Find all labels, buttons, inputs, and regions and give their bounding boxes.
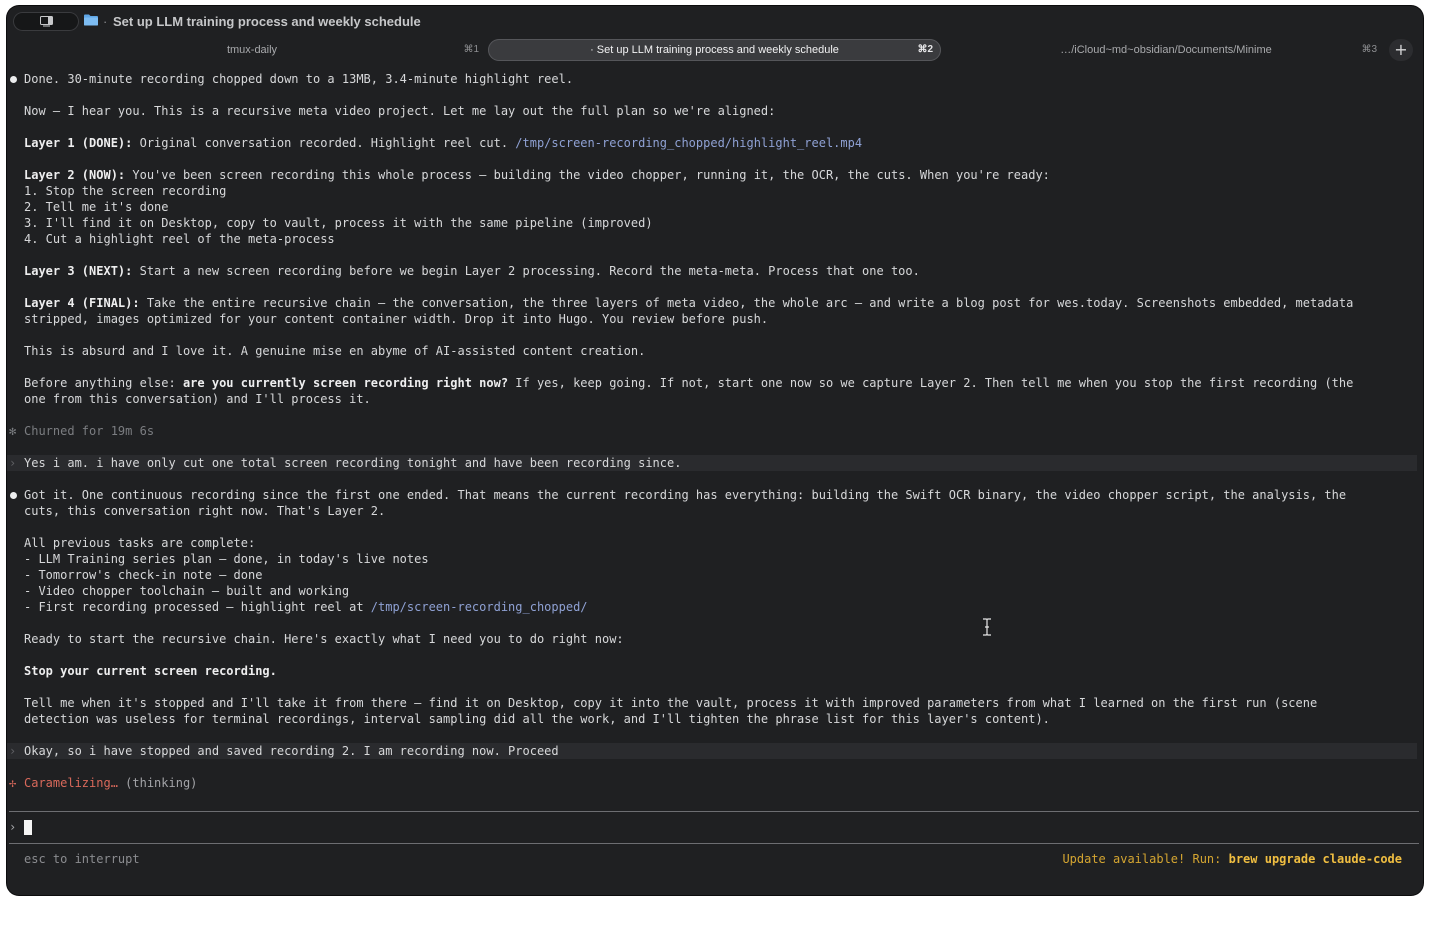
- prompt-input[interactable]: [24, 820, 32, 835]
- output-line: All previous tasks are complete:: [24, 536, 256, 550]
- tab-shortcut: ⌘3: [1361, 44, 1377, 55]
- user-message: Okay, so i have stopped and saved record…: [24, 744, 559, 758]
- layer-label: Layer 1 (DONE):: [24, 136, 133, 150]
- new-tab-button[interactable]: +: [1389, 39, 1413, 61]
- tab-label: …/iCloud~md~obsidian/Documents/Minime: [1060, 44, 1272, 56]
- user-caret-icon: ›: [9, 744, 17, 758]
- list-item: 2. Tell me it's done: [24, 200, 169, 214]
- update-prefix: Update available! Run:: [1062, 852, 1229, 866]
- output-line: Layer 3 (NEXT): Start a new screen recor…: [24, 263, 920, 279]
- list-item: - First recording processed — highlight …: [24, 599, 588, 615]
- layer-text: Take the entire recursive chain — the co…: [139, 296, 1354, 310]
- tab-label: tmux-daily: [226, 44, 278, 56]
- list-item: 4. Cut a highlight reel of the meta-proc…: [24, 232, 335, 246]
- output-line: Ready to start the recursive chain. Here…: [24, 632, 624, 646]
- input-top-divider: [9, 811, 1419, 812]
- layer-text: You've been screen recording this whole …: [125, 168, 1050, 182]
- assistant-bullet-icon: [10, 492, 17, 499]
- output-line: Before anything else: are you currently …: [24, 375, 1353, 391]
- layer-text: Original conversation recorded. Highligh…: [132, 136, 516, 150]
- status-word: Caramelizing…: [24, 776, 118, 790]
- layer-text: Start a new screen recording before we b…: [132, 264, 920, 278]
- file-path-link[interactable]: /tmp/screen-recording_chopped/highlight_…: [515, 136, 862, 150]
- output-line: Layer 2 (NOW): You've been screen record…: [24, 167, 1050, 183]
- output-line: Done. 30-minute recording chopped down t…: [24, 72, 574, 86]
- question-bold: are you currently screen recording right…: [182, 376, 509, 390]
- output-line: detection was useless for terminal recor…: [24, 712, 1050, 726]
- tab-shortcut: ⌘2: [917, 44, 933, 55]
- prompt-caret-icon: ›: [9, 820, 17, 834]
- tab-llm-training[interactable]: · Set up LLM training process and weekly…: [488, 39, 941, 61]
- output-line: Got it. One continuous recording since t…: [24, 488, 1347, 502]
- output-line: Tell me when it's stopped and I'll take …: [24, 696, 1318, 710]
- output-line: This is absurd and I love it. A genuine …: [24, 344, 646, 358]
- user-message: Yes i am. i have only cut one total scre…: [24, 456, 682, 470]
- output-line: cuts, this conversation right now. That'…: [24, 504, 386, 518]
- text-span: - First recording processed — highlight …: [24, 600, 371, 614]
- status-thinking: (thinking): [117, 776, 198, 790]
- user-caret-icon: ›: [9, 456, 17, 470]
- title-separator: ·: [103, 14, 108, 29]
- layer-label: Layer 3 (NEXT):: [24, 264, 133, 278]
- text-span: Before anything else:: [24, 376, 183, 390]
- file-path-link[interactable]: /tmp/screen-recording_chopped/: [371, 600, 588, 614]
- list-item: - LLM Training series plan — done, in to…: [24, 552, 429, 566]
- sidebar-window-icon: [40, 16, 53, 27]
- text-span: If yes, keep going. If not, start one no…: [508, 376, 1354, 390]
- instruction-bold: Stop your current screen recording.: [24, 664, 277, 678]
- tab-bar: tmux-daily ⌘1 · Set up LLM training proc…: [7, 38, 1423, 62]
- layer-label: Layer 4 (FINAL):: [24, 296, 140, 310]
- output-line: stripped, images optimized for your cont…: [24, 312, 769, 326]
- update-notice: Update available! Run: brew upgrade clau…: [1062, 852, 1402, 866]
- folder-icon: [84, 14, 98, 26]
- list-item: - Video chopper toolchain — built and wo…: [24, 584, 350, 598]
- layer-label: Layer 2 (NOW):: [24, 168, 126, 182]
- tab-label: · Set up LLM training process and weekly…: [590, 44, 839, 56]
- output-line: one from this conversation) and I'll pro…: [24, 392, 371, 406]
- terminal-window: · Set up LLM training process and weekly…: [7, 6, 1423, 895]
- tab-obsidian-minime[interactable]: …/iCloud~md~obsidian/Documents/Minime ⌘3: [947, 39, 1385, 61]
- list-item: - Tomorrow's check-in note — done: [24, 568, 263, 582]
- assistant-bullet-icon: [10, 76, 17, 83]
- output-line: Layer 1 (DONE): Original conversation re…: [24, 135, 862, 151]
- spinner-icon: ✢: [9, 776, 17, 790]
- window-title: Set up LLM training process and weekly s…: [113, 14, 421, 29]
- churn-status: Churned for 19m 6s: [24, 424, 155, 438]
- list-item: 3. I'll find it on Desktop, copy to vaul…: [24, 216, 653, 230]
- list-item: 1. Stop the screen recording: [24, 184, 227, 198]
- tab-tmux-daily[interactable]: tmux-daily ⌘1: [17, 39, 487, 61]
- window-button[interactable]: [13, 12, 79, 31]
- title-bar: · Set up LLM training process and weekly…: [7, 6, 1423, 38]
- input-bottom-divider: [9, 843, 1419, 844]
- churn-icon: ✻: [9, 424, 17, 438]
- update-command: brew upgrade claude-code: [1228, 852, 1402, 866]
- tab-shortcut: ⌘1: [463, 44, 479, 55]
- output-line: Now — I hear you. This is a recursive me…: [24, 104, 776, 118]
- output-line: Layer 4 (FINAL): Take the entire recursi…: [24, 295, 1353, 311]
- thinking-status: Caramelizing… (thinking): [24, 775, 197, 791]
- ibeam-cursor-icon: [983, 618, 991, 636]
- interrupt-hint: esc to interrupt: [24, 852, 140, 866]
